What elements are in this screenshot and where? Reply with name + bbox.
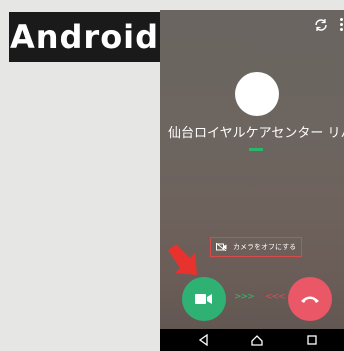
camera-off-button[interactable]: カメラをオフにする [210, 237, 302, 257]
accept-video-call-button[interactable] [182, 277, 226, 321]
call-status-indicator [249, 148, 263, 151]
android-nav-bar [160, 329, 344, 351]
accept-swipe-hint: >>> [234, 292, 255, 302]
video-call-icon [195, 294, 212, 304]
red-arrow-icon [168, 244, 197, 275]
more-vertical-icon[interactable] [340, 18, 344, 32]
decline-swipe-hint: <<< [265, 292, 286, 302]
camera-switch-icon[interactable] [314, 18, 328, 32]
decline-call-button[interactable] [288, 277, 332, 321]
caller-avatar [235, 72, 279, 116]
home-icon[interactable] [251, 334, 263, 346]
incoming-call-screen: 仙台ロイヤルケアセンター リハビリ カメラをオフにする >>> <<< [160, 10, 344, 351]
video-off-icon [216, 243, 227, 251]
recents-square-icon[interactable] [306, 334, 318, 346]
platform-label: Android [9, 12, 160, 62]
camera-off-label: カメラをオフにする [233, 243, 297, 251]
caller-name: 仙台ロイヤルケアセンター リハビリ [168, 126, 344, 141]
back-triangle-icon[interactable] [198, 334, 210, 346]
hang-up-icon [301, 296, 319, 303]
